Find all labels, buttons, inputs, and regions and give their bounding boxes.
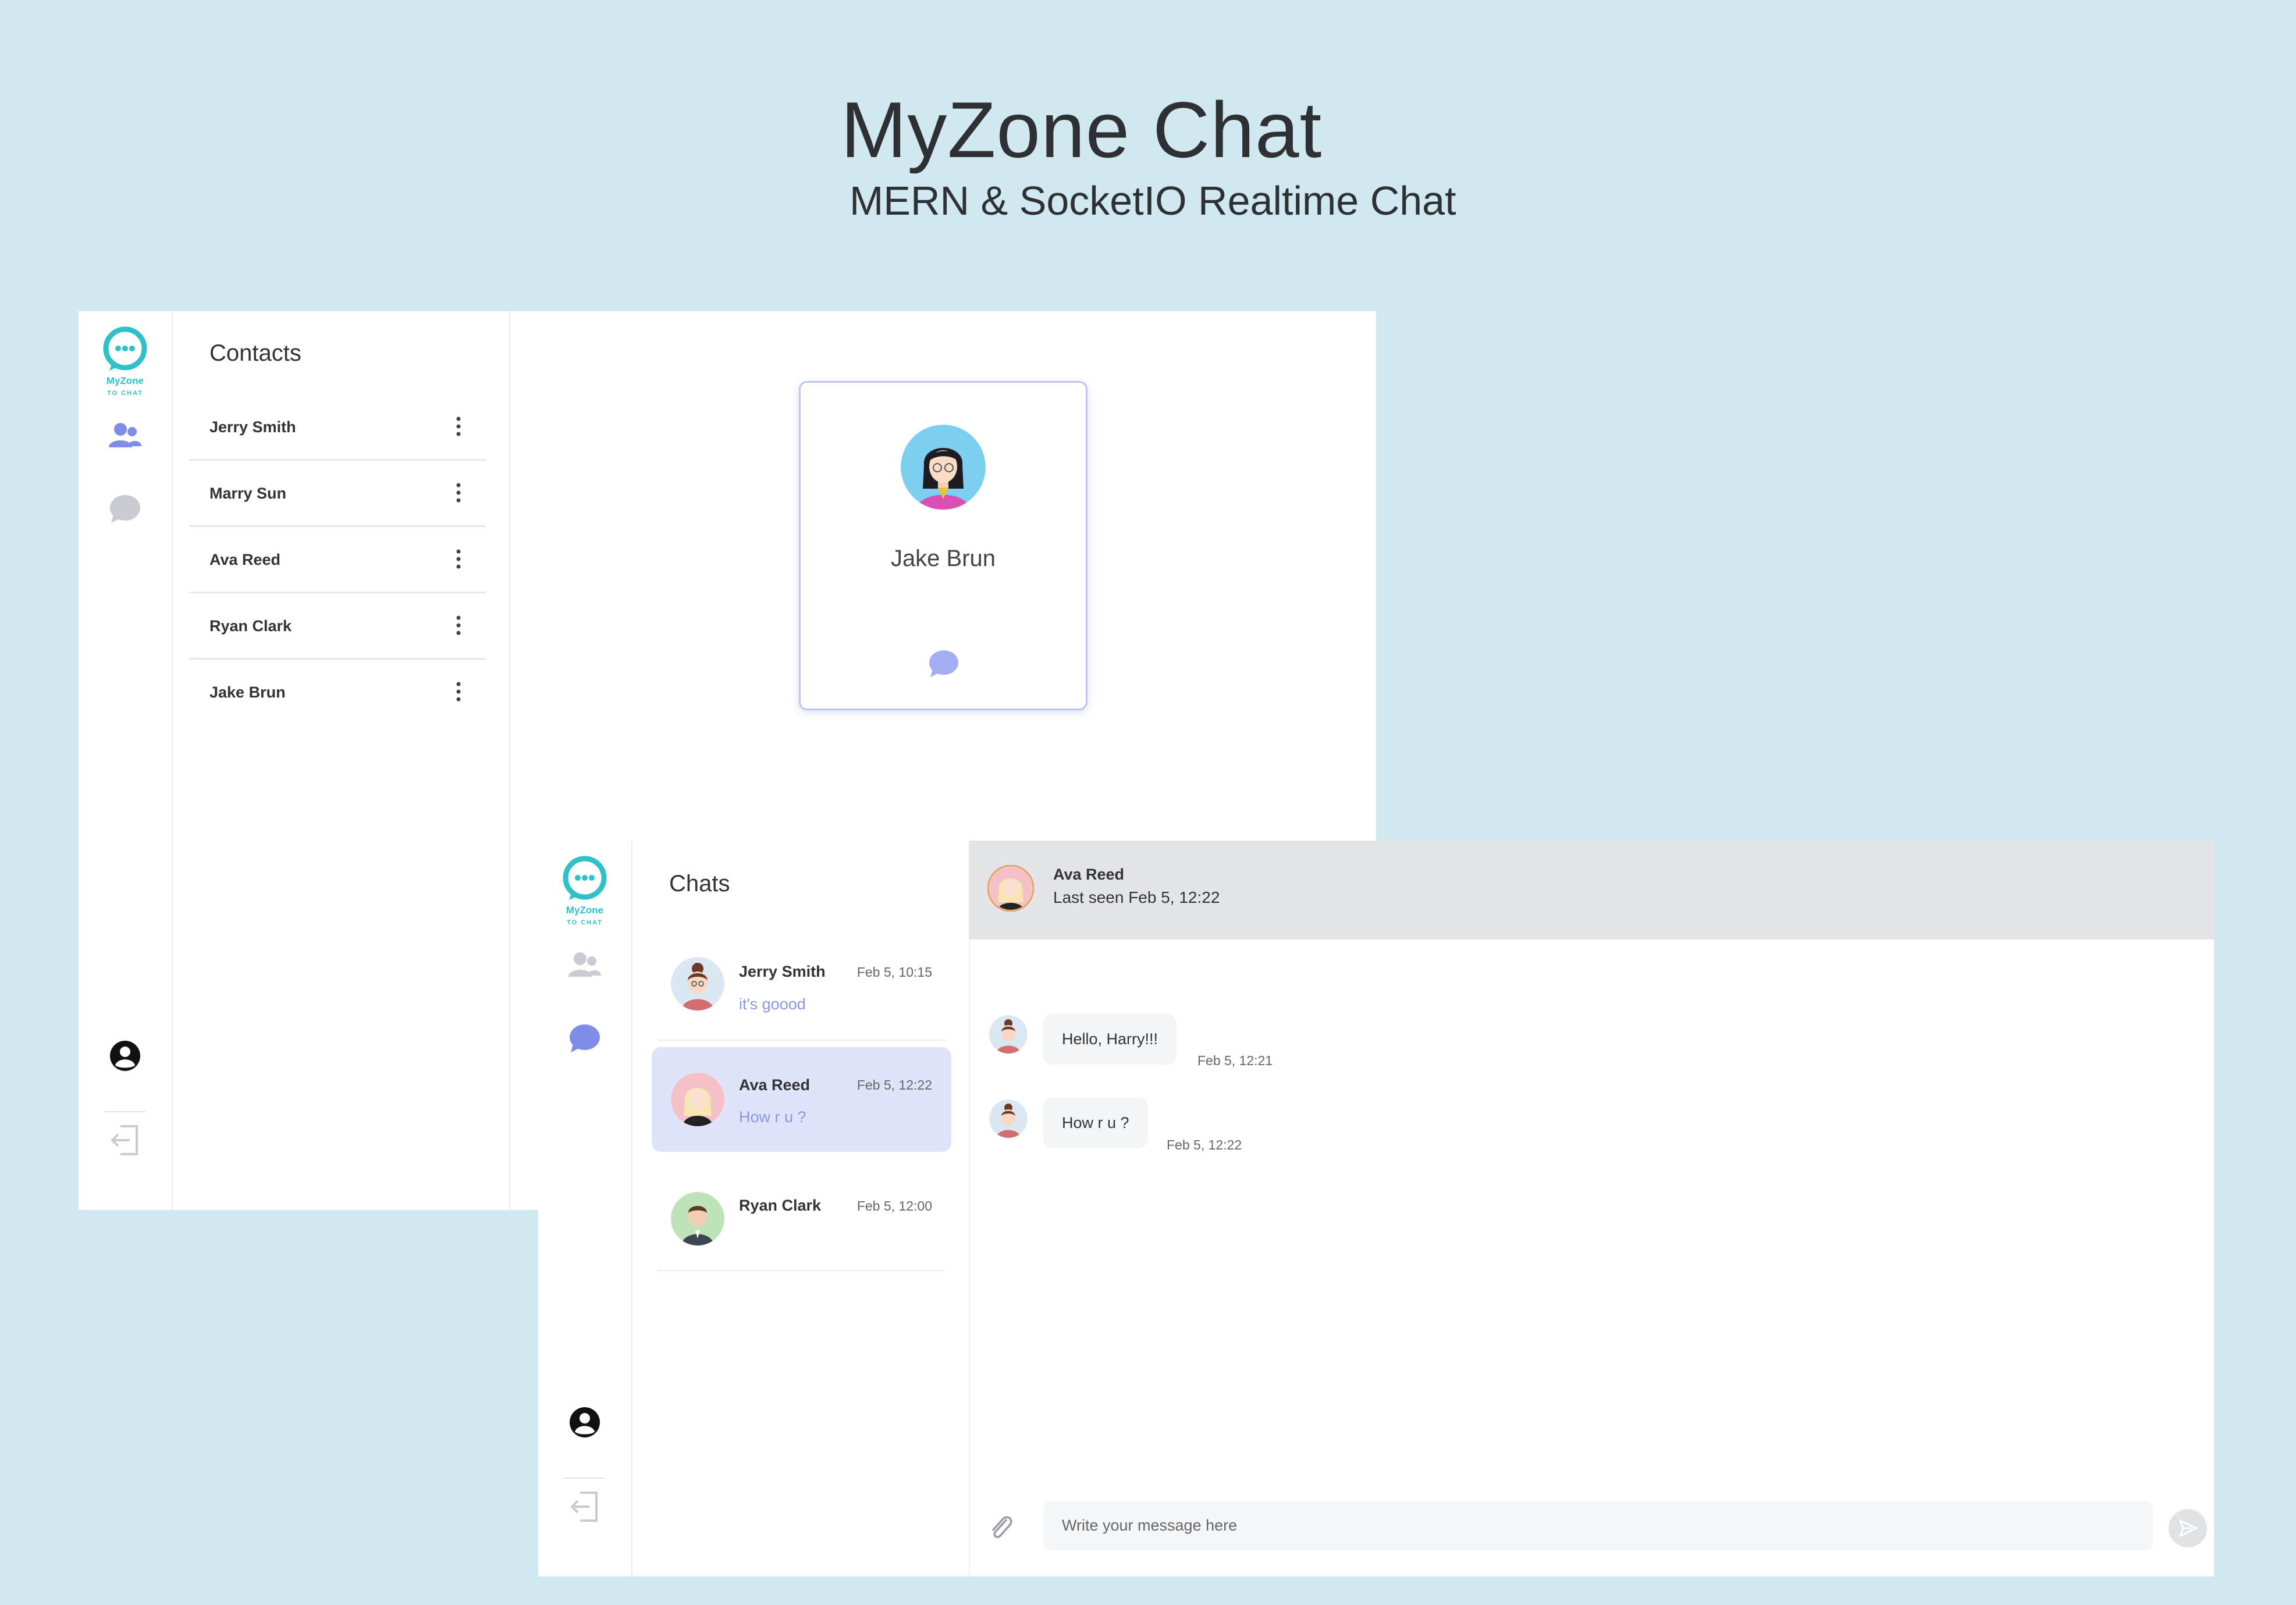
chat-time: Feb 5, 12:00 — [856, 1198, 932, 1213]
chat-contact-name: Ava Reed — [739, 1076, 811, 1094]
contact-name: Ava Reed — [209, 551, 281, 568]
chats-title: Chats — [669, 871, 730, 896]
contacts-nav-icon[interactable] — [567, 948, 602, 983]
more-options-icon[interactable] — [456, 416, 461, 437]
myzone-logo: MyZone TO CHAT — [103, 326, 147, 397]
more-options-icon[interactable] — [456, 549, 461, 570]
sidebar-rail: MyZone TO CHAT — [538, 841, 632, 1576]
avatar — [987, 865, 1034, 912]
last-seen-status: Last seen Feb 5, 12:22 — [1053, 888, 1220, 906]
svg-text:MyZone: MyZone — [566, 905, 603, 916]
chat-contact-name: Ryan Clark — [739, 1197, 822, 1214]
chats-panel: Chats Jerry Smith Feb 5, 10:15 it's gooo… — [631, 841, 970, 1576]
logout-icon[interactable] — [108, 1123, 143, 1158]
more-options-icon[interactable] — [456, 482, 461, 503]
more-options-icon[interactable] — [456, 681, 461, 702]
message-time: Feb 5, 12:22 — [1167, 1137, 1242, 1152]
chats-nav-icon[interactable] — [567, 1021, 602, 1056]
contacts-title: Contacts — [209, 340, 301, 366]
chats-screen: MyZone TO CHAT Chats Jerry Smith Feb 5, … — [538, 841, 2214, 1576]
chat-time: Feb 5, 10:15 — [856, 965, 932, 980]
contact-card-name: Jake Brun — [890, 546, 996, 571]
chat-preview: it's goood — [739, 995, 806, 1013]
avatar — [671, 1073, 724, 1126]
contact-name: Jerry Smith — [209, 418, 296, 436]
divider — [657, 1270, 946, 1271]
message-input[interactable] — [1043, 1501, 2153, 1550]
avatar — [989, 1099, 1028, 1138]
message-time: Feb 5, 12:21 — [1197, 1053, 1273, 1068]
sidebar-rail: MyZone TO CHAT — [79, 311, 173, 1210]
chats-nav-icon[interactable] — [108, 492, 143, 526]
chat-time: Feb 5, 12:22 — [856, 1077, 932, 1092]
contact-name: Jake Brun — [209, 684, 286, 701]
chat-list-item-active[interactable]: Ava Reed Feb 5, 12:22 How r u ? — [652, 1047, 951, 1152]
message-icon[interactable] — [927, 648, 959, 679]
svg-text:MyZone: MyZone — [106, 375, 144, 386]
message-composer — [1043, 1501, 2153, 1550]
contact-item[interactable]: Marry Sun — [189, 460, 486, 527]
conversation-contact-name: Ava Reed — [1053, 866, 1125, 883]
page-subtitle: MERN & SocketIO Realtime Chat — [850, 178, 1456, 223]
svg-text:TO CHAT: TO CHAT — [567, 919, 603, 926]
contact-name: Marry Sun — [209, 485, 287, 502]
chat-list-item[interactable]: Jerry Smith Feb 5, 10:15 it's goood — [652, 933, 951, 1041]
contact-item[interactable]: Ryan Clark — [189, 593, 486, 660]
avatar — [901, 425, 986, 510]
message-bubble: How r u ? — [1043, 1098, 1148, 1148]
rail-divider — [564, 1478, 605, 1479]
conversation-header: Ava Reed Last seen Feb 5, 12:22 — [969, 841, 2214, 939]
chat-list-item[interactable]: Ryan Clark Feb 5, 12:00 — [652, 1166, 951, 1271]
send-button[interactable] — [2169, 1509, 2207, 1547]
logout-icon[interactable] — [567, 1489, 602, 1524]
page-title: MyZone Chat — [841, 86, 1323, 174]
myzone-logo: MyZone TO CHAT — [563, 856, 607, 926]
conversation-panel: Ava Reed Last seen Feb 5, 12:22 Hello, H… — [969, 841, 2214, 1576]
attachment-icon[interactable] — [986, 1510, 1015, 1544]
contact-item[interactable]: Jerry Smith — [189, 394, 486, 461]
contact-item[interactable]: Ava Reed — [189, 526, 486, 593]
chat-preview: How r u ? — [739, 1108, 806, 1126]
rail-divider — [105, 1111, 145, 1112]
more-options-icon[interactable] — [456, 615, 461, 636]
avatar — [989, 1015, 1028, 1054]
avatar — [671, 957, 724, 1010]
contacts-nav-icon[interactable] — [108, 419, 143, 454]
contact-item[interactable]: Jake Brun — [189, 659, 486, 724]
profile-icon[interactable] — [567, 1405, 602, 1440]
profile-icon[interactable] — [108, 1038, 143, 1073]
chat-contact-name: Jerry Smith — [739, 963, 826, 980]
contact-card: Jake Brun — [799, 381, 1087, 710]
contacts-panel: Contacts Jerry Smith Marry Sun Ava Reed … — [172, 311, 510, 1210]
contact-name: Ryan Clark — [209, 617, 292, 635]
avatar — [671, 1192, 724, 1245]
message-bubble: Hello, Harry!!! — [1043, 1014, 1177, 1065]
divider — [657, 1040, 946, 1041]
svg-text:TO CHAT: TO CHAT — [107, 390, 143, 397]
